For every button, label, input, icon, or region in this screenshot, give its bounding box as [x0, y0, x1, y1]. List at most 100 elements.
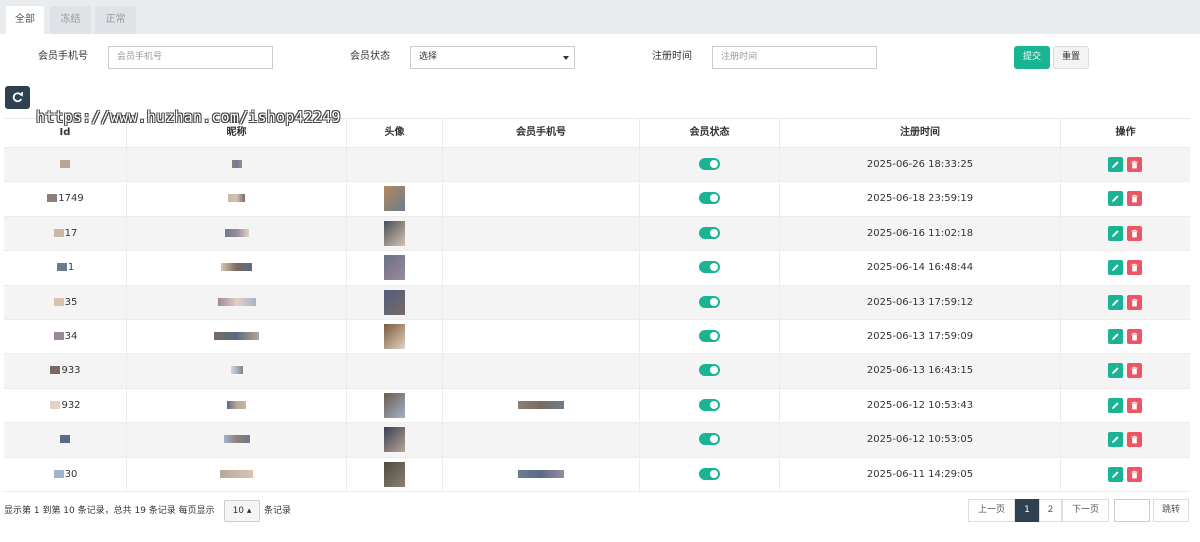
delete-button[interactable] — [1127, 260, 1142, 276]
status-toggle[interactable] — [699, 398, 720, 411]
status-toggle[interactable] — [699, 295, 720, 308]
redacted-nickname — [230, 366, 243, 375]
delete-button[interactable] — [1127, 225, 1142, 241]
cell-nickname — [127, 216, 347, 251]
cell-register-time: 2025-06-13 17:59:12 — [780, 285, 1061, 319]
page-size-select[interactable]: 10 ▴ — [224, 500, 260, 522]
time-input[interactable]: 注册时间 — [712, 46, 877, 69]
redacted-nickname — [224, 228, 249, 237]
redacted-nickname — [214, 331, 259, 340]
edit-button[interactable] — [1108, 328, 1123, 344]
jump-button[interactable]: 跳转 — [1153, 499, 1189, 522]
cell-phone — [443, 457, 640, 491]
cell-phone — [443, 251, 640, 285]
redacted-id — [56, 263, 67, 272]
status-toggle[interactable] — [699, 329, 720, 342]
delete-button[interactable] — [1127, 363, 1142, 379]
toggle-knob — [710, 263, 718, 272]
id-text: 933 — [61, 365, 81, 377]
edit-button[interactable] — [1108, 432, 1123, 448]
delete-button[interactable] — [1127, 328, 1142, 344]
tab-normal[interactable]: 正常 — [95, 6, 136, 34]
cell-actions — [1061, 458, 1190, 491]
cell-status — [640, 319, 780, 354]
cell-status — [640, 457, 780, 491]
pagination-info: 显示第 1 到第 10 条记录，总共 19 条记录 每页显示 — [4, 506, 215, 516]
status-toggle[interactable] — [699, 261, 720, 274]
table-row: 1749 2025-06-18 23:59:19 — [4, 182, 1190, 217]
delete-button[interactable] — [1127, 191, 1142, 207]
delete-button[interactable] — [1127, 157, 1142, 172]
table-row: 932 2025-06-12 10:53:43 — [4, 388, 1190, 424]
tab-all[interactable]: 全部 — [6, 6, 44, 34]
edit-button[interactable] — [1108, 191, 1123, 207]
table-row: 17 2025-06-16 11:02:18 — [4, 216, 1190, 252]
next-page-button[interactable]: 下一页 — [1062, 499, 1109, 522]
cell-id: 933 — [4, 354, 127, 388]
prev-page-button[interactable]: 上一页 — [968, 499, 1015, 522]
avatar — [384, 427, 405, 453]
cell-phone — [443, 388, 640, 423]
cell-register-time: 2025-06-13 16:43:15 — [780, 354, 1061, 388]
watermark-url: https://www.huzhan.com/ishop42249 — [36, 108, 341, 126]
edit-button[interactable] — [1108, 466, 1123, 482]
caret-down-icon — [563, 56, 569, 60]
edit-button[interactable] — [1108, 397, 1123, 413]
cell-status — [640, 216, 780, 251]
cell-avatar — [347, 148, 443, 182]
cell-register-time: 2025-06-26 18:33:25 — [780, 148, 1061, 182]
cell-status — [640, 285, 780, 319]
cell-nickname — [127, 423, 347, 457]
phone-input[interactable]: 会员手机号 — [108, 46, 273, 69]
cell-actions — [1061, 217, 1190, 250]
pencil-icon — [1112, 470, 1119, 478]
submit-button[interactable]: 提交 — [1014, 46, 1050, 69]
reset-button[interactable]: 重置 — [1053, 46, 1089, 69]
delete-button[interactable] — [1127, 397, 1142, 413]
edit-button[interactable] — [1108, 225, 1123, 241]
pencil-icon — [1112, 298, 1119, 306]
avatar — [384, 220, 405, 246]
cell-actions — [1061, 286, 1190, 319]
trash-icon — [1131, 160, 1138, 169]
status-toggle[interactable] — [699, 158, 720, 170]
cell-avatar — [347, 251, 443, 285]
avatar — [384, 186, 405, 212]
redacted-phone — [518, 469, 564, 478]
id-text: 35 — [64, 296, 78, 308]
refresh-button[interactable] — [5, 86, 30, 109]
redacted-nickname — [221, 263, 252, 272]
redacted-id — [47, 194, 58, 203]
trash-icon — [1131, 367, 1138, 375]
header-register-time: 注册时间 — [780, 119, 1061, 147]
status-toggle[interactable] — [699, 226, 720, 239]
page-button-1[interactable]: 1 — [1015, 499, 1039, 522]
cell-phone — [443, 182, 640, 216]
page-button-2[interactable]: 2 — [1039, 499, 1062, 522]
delete-button[interactable] — [1127, 466, 1142, 482]
cell-register-time: 2025-06-14 16:48:44 — [780, 251, 1061, 285]
edit-button[interactable] — [1108, 363, 1123, 379]
jump-page-input[interactable] — [1114, 499, 1150, 522]
pencil-icon — [1112, 402, 1119, 409]
status-toggle[interactable] — [699, 433, 720, 446]
pencil-icon — [1112, 195, 1119, 203]
tab-frozen[interactable]: 冻结 — [50, 6, 91, 34]
table-row: 2025-06-12 10:53:05 — [4, 423, 1190, 458]
cell-actions — [1061, 423, 1190, 456]
cell-id — [4, 423, 127, 457]
edit-button[interactable] — [1108, 294, 1123, 310]
cell-status — [640, 251, 780, 285]
delete-button[interactable] — [1127, 432, 1142, 448]
pencil-icon — [1112, 161, 1119, 168]
status-toggle[interactable] — [699, 467, 720, 480]
cell-actions — [1061, 354, 1190, 387]
status-toggle[interactable] — [699, 364, 720, 377]
edit-button[interactable] — [1108, 157, 1123, 172]
redacted-id — [60, 435, 70, 444]
status-toggle[interactable] — [699, 192, 720, 205]
status-select[interactable]: 选择 — [410, 46, 575, 69]
edit-button[interactable] — [1108, 260, 1123, 276]
delete-button[interactable] — [1127, 294, 1142, 310]
toggle-knob — [710, 160, 718, 168]
